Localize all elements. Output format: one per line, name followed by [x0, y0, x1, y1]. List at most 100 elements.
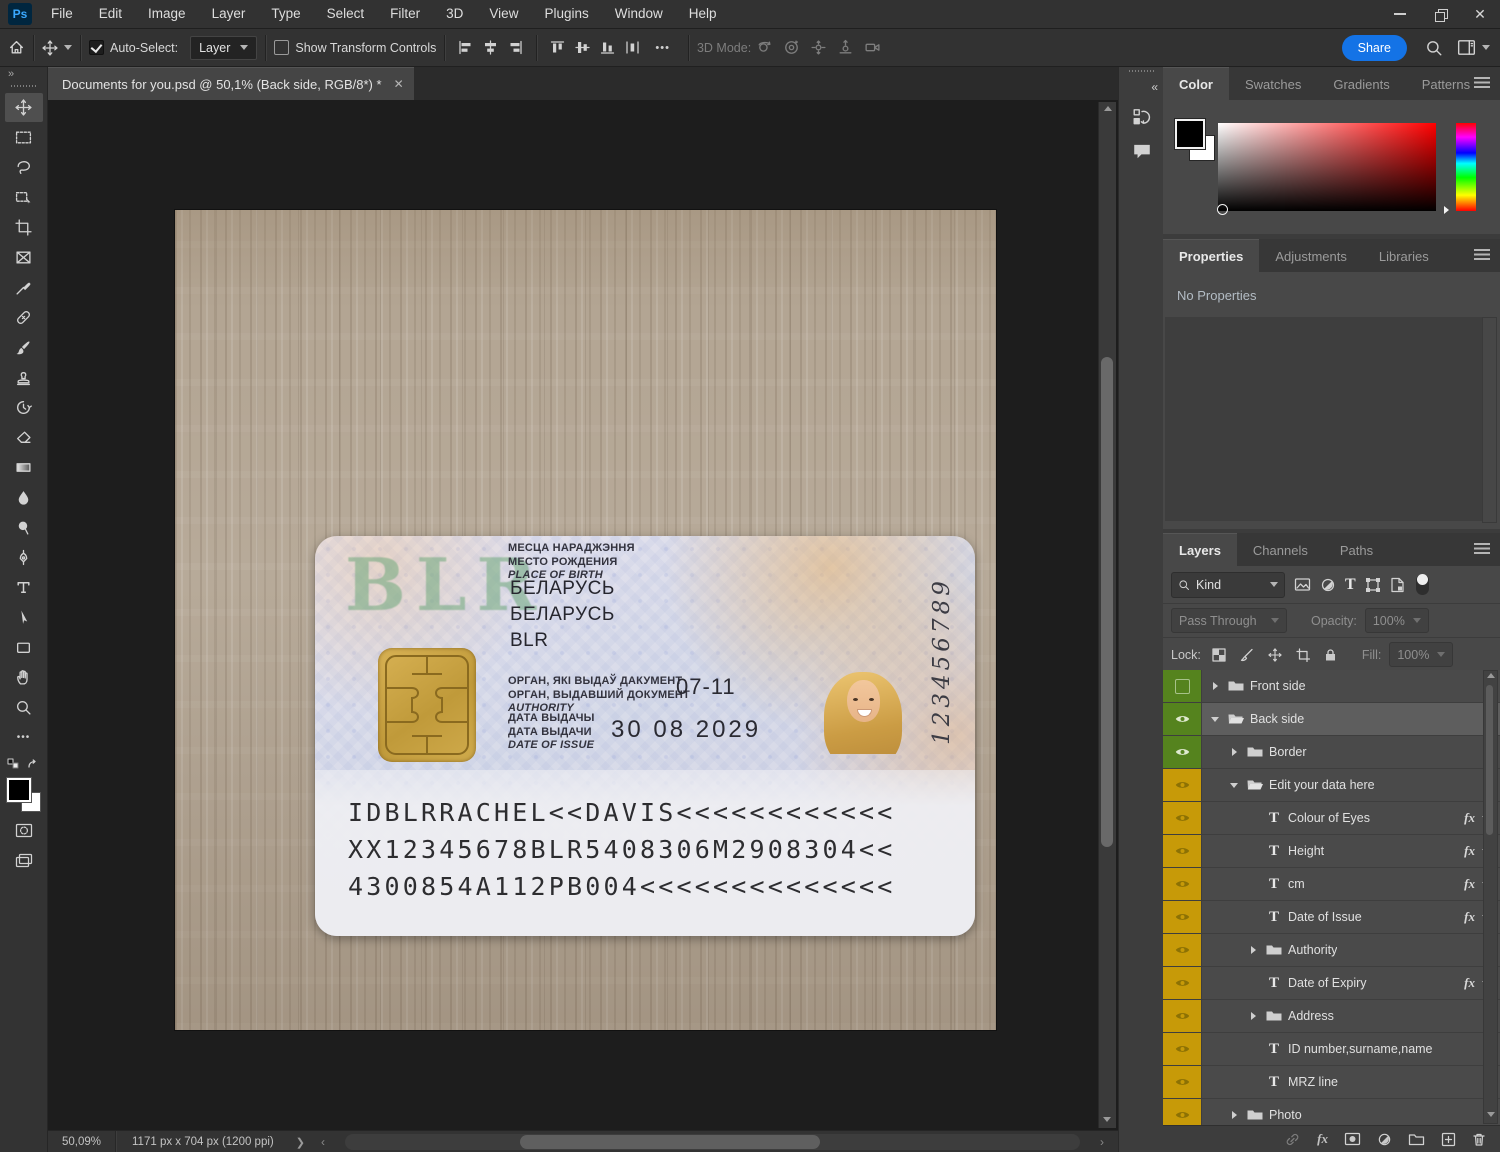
clone-stamp-tool-button[interactable]	[5, 363, 43, 392]
share-button[interactable]: Share	[1341, 34, 1407, 61]
close-button[interactable]: ✕	[1460, 0, 1500, 28]
new-layer-icon[interactable]	[1441, 1132, 1456, 1147]
frame-tool-button[interactable]	[5, 243, 43, 272]
blur-tool-button[interactable]	[5, 483, 43, 512]
layer-visibility-toggle[interactable]	[1163, 835, 1202, 867]
layer-row-authority[interactable]: Authority	[1163, 934, 1500, 967]
add-mask-icon[interactable]	[1344, 1132, 1361, 1146]
expand-panels-icon[interactable]: «	[1119, 78, 1164, 100]
canvas-area[interactable]: BLR МЕСЦА НАРАДЖЭННЯ МЕСТО РОЖДЕНИЯ PLAC…	[48, 100, 1118, 1130]
menu-item-plugins[interactable]: Plugins	[531, 0, 601, 28]
layer-row-id-number-surname-name[interactable]: T ID number,surname,name	[1163, 1033, 1500, 1066]
panel-menu-icon[interactable]	[1474, 77, 1490, 88]
layer-row-date-of-issue[interactable]: T Date of Issue fx	[1163, 901, 1500, 934]
properties-scrollbar[interactable]	[1482, 317, 1497, 523]
layer-visibility-toggle[interactable]	[1163, 967, 1202, 999]
scroll-up-icon[interactable]	[1486, 673, 1495, 678]
fill-field[interactable]: 100%	[1389, 642, 1454, 667]
pen-tool-button[interactable]	[5, 543, 43, 572]
home-button[interactable]	[8, 39, 25, 56]
filter-toggle-switch[interactable]	[1415, 574, 1429, 595]
collapse-group-icon[interactable]	[1230, 782, 1238, 788]
crop-tool-button[interactable]	[5, 213, 43, 242]
filter-pixel-layers-icon[interactable]	[1294, 577, 1311, 592]
menu-item-image[interactable]: Image	[135, 0, 199, 28]
collapse-group-icon[interactable]	[1211, 716, 1219, 722]
align-bottom-icon[interactable]	[600, 40, 615, 55]
layer-visibility-toggle[interactable]	[1163, 934, 1202, 966]
hand-tool-button[interactable]	[5, 663, 43, 692]
horizontal-scroll-thumb[interactable]	[520, 1135, 820, 1149]
zoom-tool-button[interactable]	[5, 693, 43, 722]
tab-libraries[interactable]: Libraries	[1362, 240, 1445, 272]
workspace-switcher-icon[interactable]	[1457, 39, 1476, 56]
align-center-horizontal-icon[interactable]	[483, 40, 498, 55]
tab-gradients[interactable]: Gradients	[1317, 68, 1406, 100]
new-group-icon[interactable]	[1408, 1132, 1425, 1146]
default-colors-icon[interactable]	[7, 758, 20, 770]
layer-row-photo[interactable]: Photo	[1163, 1099, 1500, 1125]
edit-toolbar-button[interactable]: •••	[5, 723, 43, 752]
layer-row-height[interactable]: T Height fx	[1163, 835, 1500, 868]
type-tool-button[interactable]	[5, 573, 43, 602]
layer-visibility-toggle[interactable]	[1163, 736, 1202, 768]
layer-visibility-toggle[interactable]	[1163, 1033, 1202, 1065]
distribute-horizontal-icon[interactable]	[625, 40, 640, 55]
tab-adjustments[interactable]: Adjustments	[1259, 240, 1363, 272]
lock-position-icon[interactable]	[1268, 647, 1282, 662]
move-tool-button[interactable]	[4, 93, 43, 122]
kind-filter-dropdown[interactable]: Kind	[1171, 571, 1285, 598]
layer-row-cm[interactable]: Tcm fx	[1163, 868, 1500, 901]
expand-group-icon[interactable]	[1231, 748, 1237, 756]
layer-row-border[interactable]: Border	[1163, 736, 1500, 769]
tab-paths[interactable]: Paths	[1323, 534, 1390, 566]
tab-channels[interactable]: Channels	[1236, 534, 1324, 566]
layer-visibility-toggle[interactable]	[1163, 901, 1202, 933]
layer-row-address[interactable]: Address	[1163, 1000, 1500, 1033]
layer-fx-badge[interactable]: fx	[1464, 843, 1475, 859]
scroll-up-icon[interactable]	[1103, 106, 1112, 111]
document-close-icon[interactable]: ✕	[394, 77, 404, 91]
history-brush-tool-button[interactable]	[5, 393, 43, 422]
zoom-level-field[interactable]: 50,09%	[48, 1131, 117, 1152]
expand-group-icon[interactable]	[1212, 682, 1218, 690]
search-icon[interactable]	[1425, 39, 1443, 57]
lock-all-icon[interactable]	[1324, 648, 1337, 662]
tab-swatches[interactable]: Swatches	[1228, 68, 1318, 100]
auto-select-target-dropdown[interactable]: Layer	[190, 35, 258, 60]
expand-group-icon[interactable]	[1250, 1012, 1256, 1020]
hscroll-right-icon[interactable]: ›	[1100, 1135, 1104, 1149]
lock-transparency-icon[interactable]	[1212, 647, 1226, 662]
object-selection-tool-button[interactable]	[5, 183, 43, 212]
lock-artboard-icon[interactable]	[1296, 647, 1310, 662]
layer-visibility-toggle[interactable]	[1163, 670, 1202, 702]
menu-item-3d[interactable]: 3D	[433, 0, 476, 28]
lasso-tool-button[interactable]	[5, 153, 43, 182]
hue-slider-marker[interactable]	[1444, 202, 1449, 218]
toolbar-collapse-icon[interactable]: »	[0, 67, 47, 81]
spot-healing-tool-button[interactable]	[5, 303, 43, 332]
panel-menu-icon[interactable]	[1474, 249, 1490, 260]
menu-item-layer[interactable]: Layer	[199, 0, 259, 28]
color-saturation-field[interactable]	[1217, 123, 1436, 215]
layer-visibility-toggle[interactable]	[1163, 1000, 1202, 1032]
foreground-color-swatch[interactable]	[5, 777, 32, 803]
layer-fx-badge[interactable]: fx	[1464, 975, 1475, 991]
show-transform-checkbox[interactable]: Show Transform Controls	[274, 40, 436, 55]
expand-group-icon[interactable]	[1231, 1111, 1237, 1119]
color-foreground-swatch[interactable]	[1174, 118, 1206, 150]
hue-slider[interactable]	[1456, 123, 1476, 211]
tab-layers[interactable]: Layers	[1163, 533, 1237, 566]
blend-mode-dropdown[interactable]: Pass Through	[1171, 608, 1287, 633]
scroll-down-icon[interactable]	[1103, 1117, 1111, 1122]
layer-visibility-toggle[interactable]	[1163, 1099, 1202, 1125]
lock-pixels-icon[interactable]	[1240, 648, 1254, 662]
menu-item-help[interactable]: Help	[676, 0, 730, 28]
layer-row-mrz-line[interactable]: T MRZ line	[1163, 1066, 1500, 1099]
layer-style-icon[interactable]: fx	[1317, 1131, 1328, 1147]
menu-item-file[interactable]: File	[38, 0, 86, 28]
scroll-down-icon[interactable]	[1486, 1112, 1495, 1117]
align-right-icon[interactable]	[508, 40, 523, 55]
layers-scrollbar[interactable]	[1483, 670, 1498, 1124]
path-selection-tool-button[interactable]	[5, 603, 43, 632]
